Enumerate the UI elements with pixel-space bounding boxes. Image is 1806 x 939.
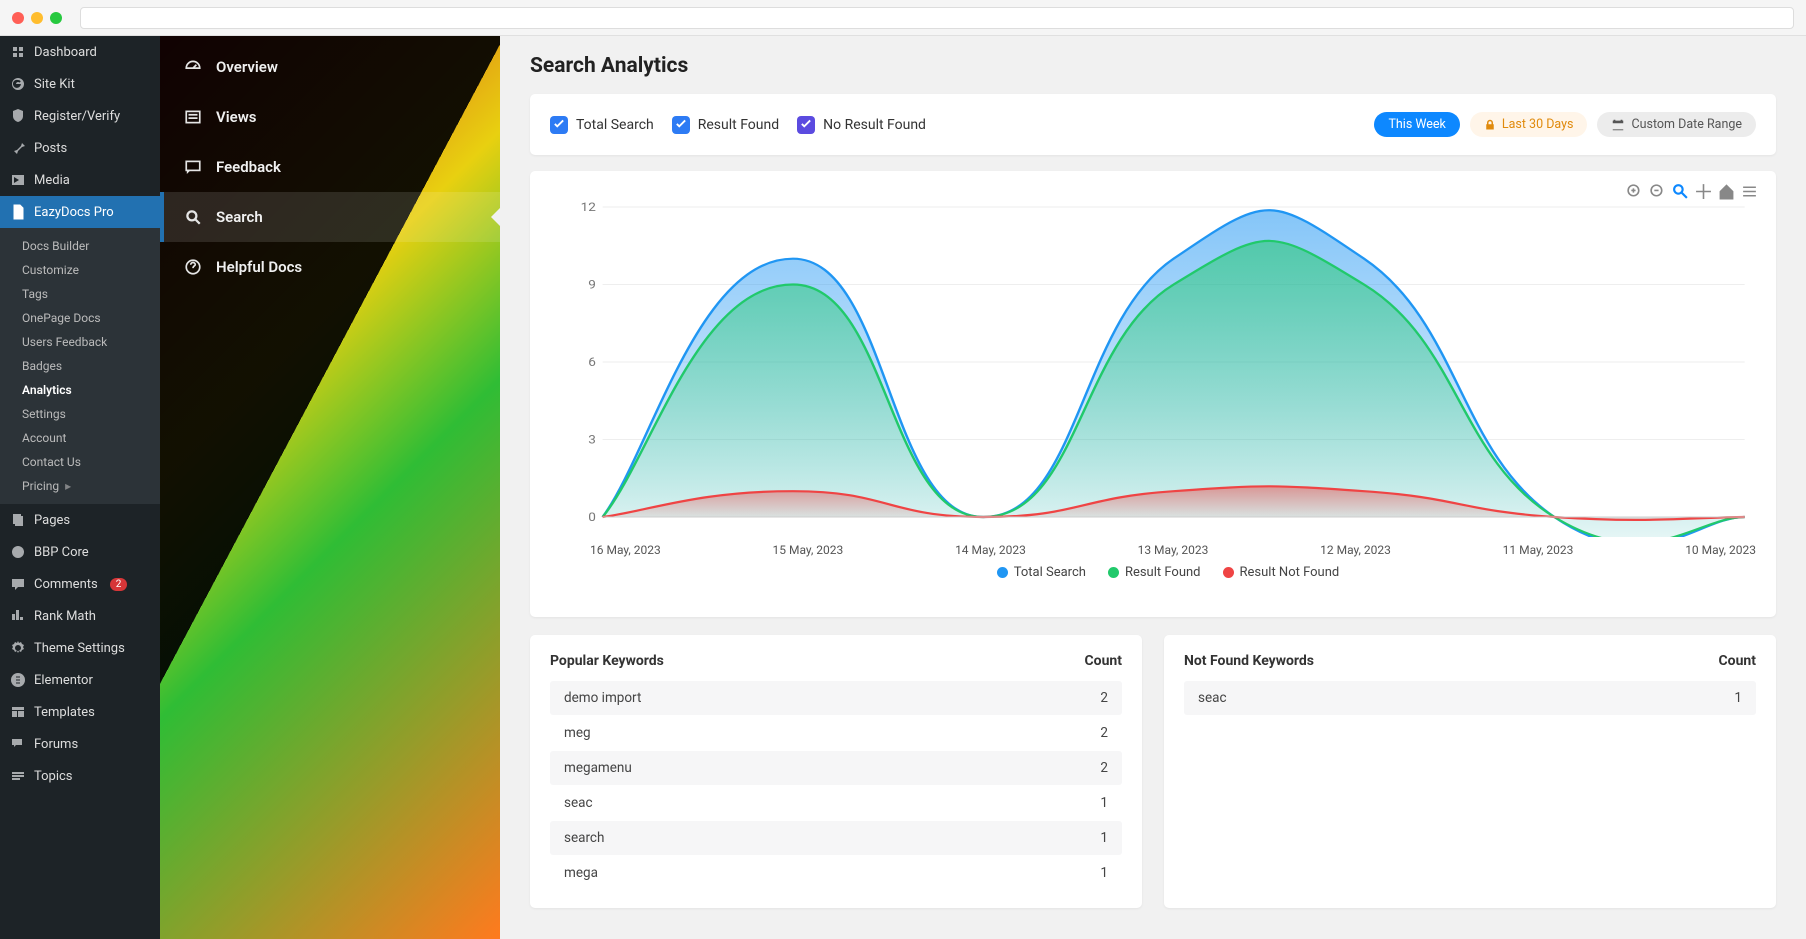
wp-nav-site-kit[interactable]: Site Kit: [0, 68, 160, 100]
main-content: Search Analytics Total Search Result Fou…: [500, 36, 1806, 939]
wp-nav-forums[interactable]: Forums: [0, 728, 160, 760]
table-row: demo import2: [550, 681, 1122, 715]
eazydocs-subnav: OverviewViewsFeedbackSearchHelpful Docs: [160, 36, 500, 939]
sec-nav-search[interactable]: Search: [160, 192, 500, 242]
pill-label: Last 30 Days: [1502, 117, 1574, 132]
table-row: search1: [550, 821, 1122, 855]
count-header: Count: [1085, 653, 1123, 669]
wp-nav-theme-settings[interactable]: Theme Settings: [0, 632, 160, 664]
wp-nav-dashboard[interactable]: Dashboard: [0, 36, 160, 68]
checkbox-label: No Result Found: [823, 117, 926, 133]
legend-item[interactable]: Result Not Found: [1223, 565, 1340, 580]
wp-nav-media[interactable]: Media: [0, 164, 160, 196]
chart-legend: Total Search Result Found Result Not Fou…: [580, 565, 1756, 580]
pill-label: Custom Date Range: [1631, 117, 1742, 132]
table-title: Popular Keywords: [550, 653, 664, 669]
lock-icon: [1484, 119, 1496, 131]
wp-nav-rank-math[interactable]: Rank Math: [0, 600, 160, 632]
wp-nav-comments[interactable]: Comments2: [0, 568, 160, 600]
table-title: Not Found Keywords: [1184, 653, 1314, 669]
wp-nav-pages[interactable]: Pages: [0, 504, 160, 536]
pill-this-week[interactable]: This Week: [1374, 112, 1459, 137]
notfound-keywords-card: Not Found Keywords Count seac1: [1164, 635, 1776, 908]
wp-subnav: Docs BuilderCustomizeTagsOnePage DocsUse…: [0, 228, 160, 504]
wp-nav-elementor[interactable]: Elementor: [0, 664, 160, 696]
maximize-window-icon[interactable]: [50, 12, 62, 24]
checkbox-result-found[interactable]: Result Found: [672, 116, 779, 134]
filter-bar: Total Search Result Found No Result Foun…: [530, 94, 1776, 155]
minimize-window-icon[interactable]: [31, 12, 43, 24]
close-window-icon[interactable]: [12, 12, 24, 24]
wp-sub-tags[interactable]: Tags: [12, 282, 160, 306]
calendar-icon: [1611, 118, 1625, 132]
table-row: seac1: [550, 786, 1122, 820]
wp-sub-analytics[interactable]: Analytics: [12, 378, 160, 402]
wp-sub-customize[interactable]: Customize: [12, 258, 160, 282]
url-bar[interactable]: [80, 7, 1794, 29]
legend-item[interactable]: Total Search: [997, 565, 1086, 580]
chart-svg: 0 3 6 9 12: [580, 197, 1756, 537]
wp-nav-register-verify[interactable]: Register/Verify: [0, 100, 160, 132]
wp-sub-docs-builder[interactable]: Docs Builder: [12, 234, 160, 258]
wp-sub-onepage-docs[interactable]: OnePage Docs: [12, 306, 160, 330]
page-title: Search Analytics: [530, 54, 1776, 78]
wp-sub-pricing[interactable]: Pricing ▸: [12, 474, 160, 498]
svg-text:12: 12: [581, 201, 596, 215]
checkbox-label: Total Search: [576, 117, 654, 133]
wp-sub-account[interactable]: Account: [12, 426, 160, 450]
table-row: mega1: [550, 856, 1122, 890]
x-axis-labels: 16 May, 202315 May, 202314 May, 202313 M…: [580, 537, 1756, 557]
traffic-lights: [12, 12, 62, 24]
chart-card: 0 3 6 9 12 16 May, 202315 May, 202314 May, 2…: [530, 171, 1776, 617]
wp-nav-eazydocs-pro[interactable]: EazyDocs Pro: [0, 196, 160, 228]
table-row: megamenu2: [550, 751, 1122, 785]
checkbox-label: Result Found: [698, 117, 779, 133]
svg-text:9: 9: [588, 278, 596, 292]
count-header: Count: [1719, 653, 1757, 669]
wp-sub-settings[interactable]: Settings: [12, 402, 160, 426]
sec-nav-feedback[interactable]: Feedback: [160, 142, 500, 192]
pill-custom-date[interactable]: Custom Date Range: [1597, 112, 1756, 137]
wp-admin-sidebar: DashboardSite KitRegister/VerifyPostsMed…: [0, 36, 160, 939]
table-row: meg2: [550, 716, 1122, 750]
wp-nav-bbp-core[interactable]: BBP Core: [0, 536, 160, 568]
wp-nav-posts[interactable]: Posts: [0, 132, 160, 164]
wp-nav-topics[interactable]: Topics: [0, 760, 160, 792]
wp-sub-users-feedback[interactable]: Users Feedback: [12, 330, 160, 354]
pill-last-30-days[interactable]: Last 30 Days: [1470, 112, 1588, 137]
legend-item[interactable]: Result Found: [1108, 565, 1201, 580]
table-row: seac1: [1184, 681, 1756, 715]
wp-sub-contact-us[interactable]: Contact Us: [12, 450, 160, 474]
svg-text:6: 6: [588, 356, 596, 370]
wp-nav-templates[interactable]: Templates: [0, 696, 160, 728]
browser-chrome: [0, 0, 1806, 36]
sec-nav-overview[interactable]: Overview: [160, 42, 500, 92]
popular-keywords-card: Popular Keywords Count demo import2meg2m…: [530, 635, 1142, 908]
sec-nav-views[interactable]: Views: [160, 92, 500, 142]
checkbox-no-result[interactable]: No Result Found: [797, 116, 926, 134]
svg-text:3: 3: [588, 433, 596, 447]
checkbox-total-search[interactable]: Total Search: [550, 116, 654, 134]
wp-sub-badges[interactable]: Badges: [12, 354, 160, 378]
sec-nav-helpful-docs[interactable]: Helpful Docs: [160, 242, 500, 292]
svg-text:0: 0: [588, 511, 596, 525]
